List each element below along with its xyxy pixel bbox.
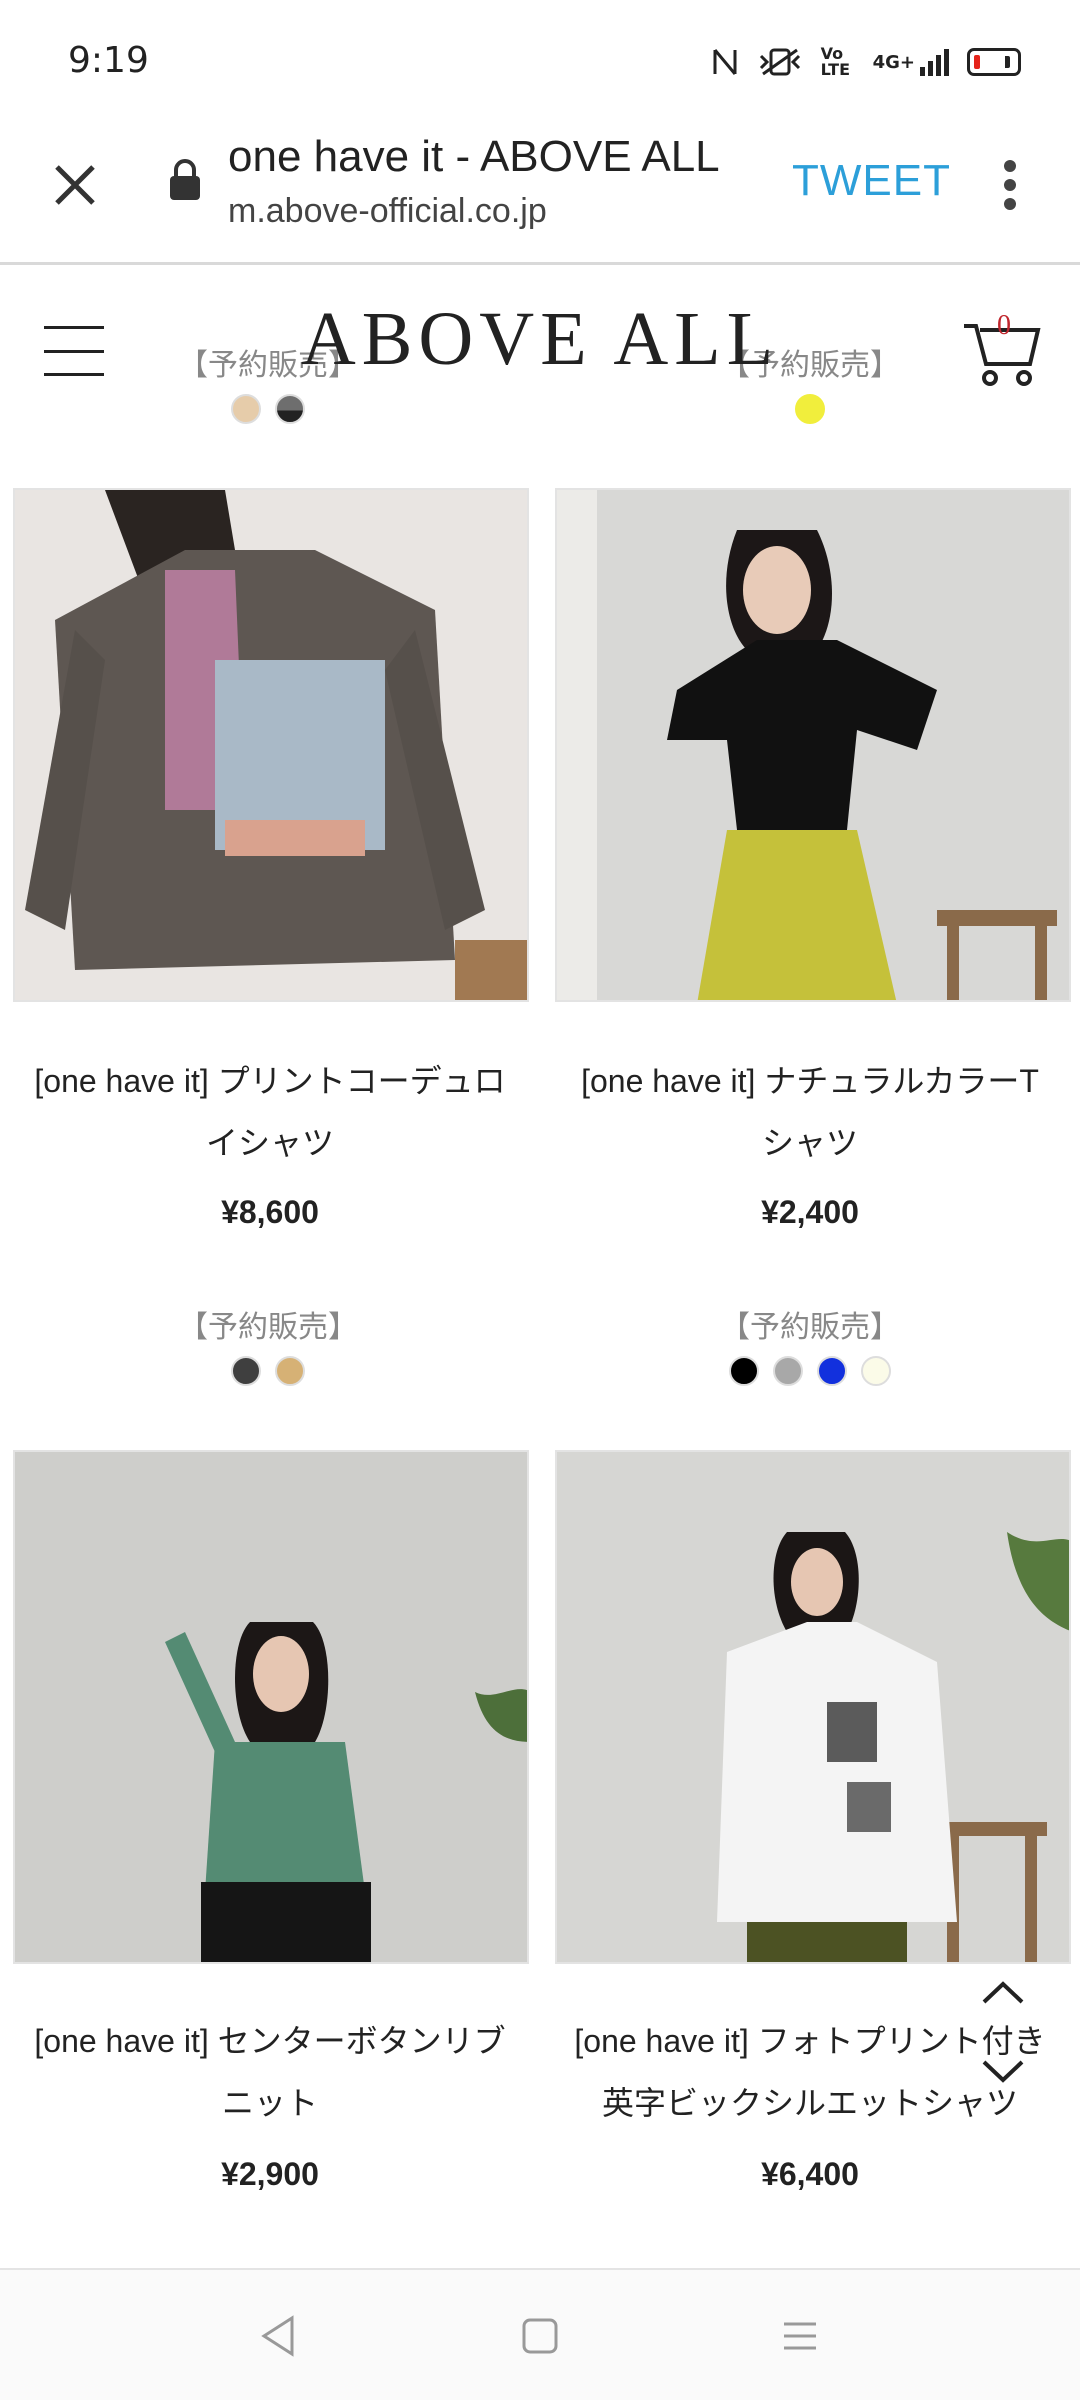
vibrate-icon bbox=[757, 44, 803, 80]
product-image[interactable] bbox=[555, 1450, 1071, 1964]
home-button[interactable] bbox=[518, 2314, 562, 2358]
color-swatches bbox=[660, 394, 960, 424]
back-button[interactable] bbox=[256, 2314, 300, 2358]
color-swatch[interactable] bbox=[231, 1356, 261, 1386]
more-dot-icon bbox=[1004, 198, 1016, 210]
product-name[interactable]: [one have it] プリントコーデュロ イシャツ bbox=[0, 1050, 540, 1174]
color-swatches bbox=[118, 394, 418, 424]
more-dot-icon bbox=[1004, 179, 1016, 191]
more-options-button[interactable] bbox=[990, 150, 1030, 220]
color-swatch[interactable] bbox=[231, 394, 261, 424]
status-bar: 9:19 Vo LTE 4G+ bbox=[0, 0, 1080, 120]
more-dot-icon bbox=[1004, 160, 1016, 172]
color-swatch[interactable] bbox=[773, 1356, 803, 1386]
product-name-line: [one have it] センターボタンリブ bbox=[34, 2023, 506, 2059]
product-name[interactable]: [one have it] センターボタンリブ ニット bbox=[0, 2010, 540, 2134]
scroll-down-icon[interactable] bbox=[978, 2052, 1028, 2092]
nfc-icon bbox=[711, 44, 739, 80]
product-name-line: [one have it] プリントコーデュロ bbox=[34, 1063, 506, 1099]
color-swatch[interactable] bbox=[861, 1356, 891, 1386]
color-swatches bbox=[118, 1356, 418, 1386]
cart-button[interactable]: 0 bbox=[962, 310, 1042, 388]
close-icon bbox=[55, 165, 95, 205]
color-swatches bbox=[660, 1356, 960, 1386]
back-icon bbox=[261, 2315, 294, 2357]
recents-button[interactable] bbox=[778, 2314, 822, 2358]
product-price: ¥2,900 bbox=[221, 2156, 319, 2192]
product-image[interactable] bbox=[555, 488, 1071, 1002]
system-nav-bar bbox=[0, 2268, 1080, 2400]
menu-icon bbox=[784, 2322, 816, 2350]
product-price: ¥6,400 bbox=[761, 2156, 859, 2192]
scrolled-content-edge bbox=[0, 266, 1080, 270]
color-swatch[interactable] bbox=[795, 394, 825, 424]
lock-icon bbox=[168, 158, 202, 202]
volte-icon: Vo LTE bbox=[820, 44, 850, 79]
product-price: ¥8,600 bbox=[221, 1194, 319, 1230]
scroll-up-icon[interactable] bbox=[978, 1972, 1028, 2012]
cart-count-badge: 0 bbox=[997, 310, 1011, 341]
close-button[interactable] bbox=[40, 150, 110, 220]
product-name-line: [one have it] ナチュラルカラーT bbox=[581, 1063, 1039, 1099]
color-swatch[interactable] bbox=[817, 1356, 847, 1386]
signal-4g-icon: 4G+ bbox=[873, 44, 949, 80]
product-image[interactable] bbox=[13, 488, 529, 1002]
page-url[interactable]: m.above-official.co.jp bbox=[228, 192, 547, 231]
product-name-line: ニット bbox=[221, 2085, 318, 2121]
product-name[interactable]: [one have it] ナチュラルカラーT シャツ bbox=[540, 1050, 1080, 1174]
status-time: 9:19 bbox=[68, 40, 149, 81]
product-name-line: シャツ bbox=[761, 1125, 858, 1161]
product-price: ¥2,400 bbox=[761, 1194, 859, 1230]
product-image[interactable] bbox=[13, 1450, 529, 1964]
color-swatch[interactable] bbox=[275, 394, 305, 424]
network-type-label: 4G+ bbox=[872, 51, 915, 73]
brand-logo[interactable]: ABOVE ALL bbox=[0, 296, 1080, 383]
color-swatch[interactable] bbox=[729, 1356, 759, 1386]
color-swatch[interactable] bbox=[275, 1356, 305, 1386]
battery-low-icon bbox=[967, 44, 1021, 80]
preorder-label: 【予約販売】 bbox=[720, 1310, 900, 1345]
scroll-controls bbox=[978, 1972, 1028, 2112]
custom-tab-toolbar: one have it - ABOVE ALL m.above-official… bbox=[0, 120, 1080, 265]
tweet-button[interactable]: TWEET bbox=[792, 156, 951, 206]
page-title: one have it - ABOVE ALL bbox=[228, 132, 720, 181]
status-icons: Vo LTE 4G+ bbox=[711, 44, 1021, 80]
home-icon bbox=[522, 2318, 558, 2354]
product-name-line: イシャツ bbox=[205, 1125, 334, 1161]
preorder-label: 【予約販売】 bbox=[178, 1310, 358, 1345]
